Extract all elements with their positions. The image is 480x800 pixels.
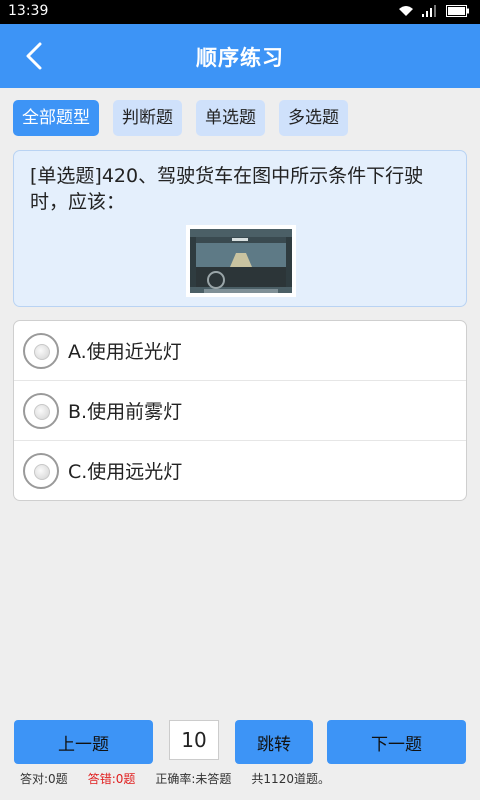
filter-true-false[interactable]: 判断题 — [113, 100, 182, 136]
status-bar: 13:39 — [0, 0, 480, 24]
next-question-button[interactable]: 下一题 — [327, 720, 466, 764]
question-card: [单选题]420、驾驶货车在图中所示条件下行驶时，应该： — [13, 150, 467, 307]
signal-icon — [422, 5, 436, 17]
jump-button[interactable]: 跳转 — [235, 720, 313, 764]
filter-all-types[interactable]: 全部题型 — [13, 100, 99, 136]
app-bar: 顺序练习 — [0, 24, 480, 88]
accuracy-text: 正确率:未答题 — [155, 772, 232, 786]
radio-button[interactable] — [23, 333, 59, 369]
correct-count: 答对:0题 — [20, 772, 68, 786]
option-label: A.使用近光灯 — [68, 341, 182, 363]
question-type-filter: 全部题型 判断题 单选题 多选题 — [13, 100, 348, 136]
option-label: B.使用前雾灯 — [68, 401, 183, 423]
page-title: 顺序练习 — [196, 46, 284, 70]
option-b[interactable]: B.使用前雾灯 — [14, 381, 466, 441]
options-list: A.使用近光灯 B.使用前雾灯 C.使用远光灯 — [13, 320, 467, 501]
filter-single-choice[interactable]: 单选题 — [196, 100, 265, 136]
battery-icon — [446, 5, 469, 17]
question-text: [单选题]420、驾驶货车在图中所示条件下行驶时，应该： — [30, 165, 424, 213]
radio-button[interactable] — [23, 393, 59, 429]
prev-question-button[interactable]: 上一题 — [14, 720, 153, 764]
page-number-input[interactable] — [169, 720, 219, 760]
status-time: 13:39 — [8, 3, 49, 19]
question-image — [186, 225, 296, 297]
total-count: 共1120道题。 — [251, 772, 330, 786]
wifi-icon — [399, 6, 413, 16]
option-c[interactable]: C.使用远光灯 — [14, 441, 466, 500]
option-a[interactable]: A.使用近光灯 — [14, 321, 466, 381]
radio-button[interactable] — [23, 453, 59, 489]
bottom-nav: 上一题 跳转 下一题 — [0, 718, 480, 768]
option-label: C.使用远光灯 — [68, 461, 183, 483]
filter-multiple-choice[interactable]: 多选题 — [279, 100, 348, 136]
stats-row: 答对:0题 答错:0题 正确率:未答题 共1120道题。 — [20, 770, 330, 787]
status-icons — [398, 5, 470, 17]
wrong-count: 答错:0题 — [87, 772, 136, 786]
